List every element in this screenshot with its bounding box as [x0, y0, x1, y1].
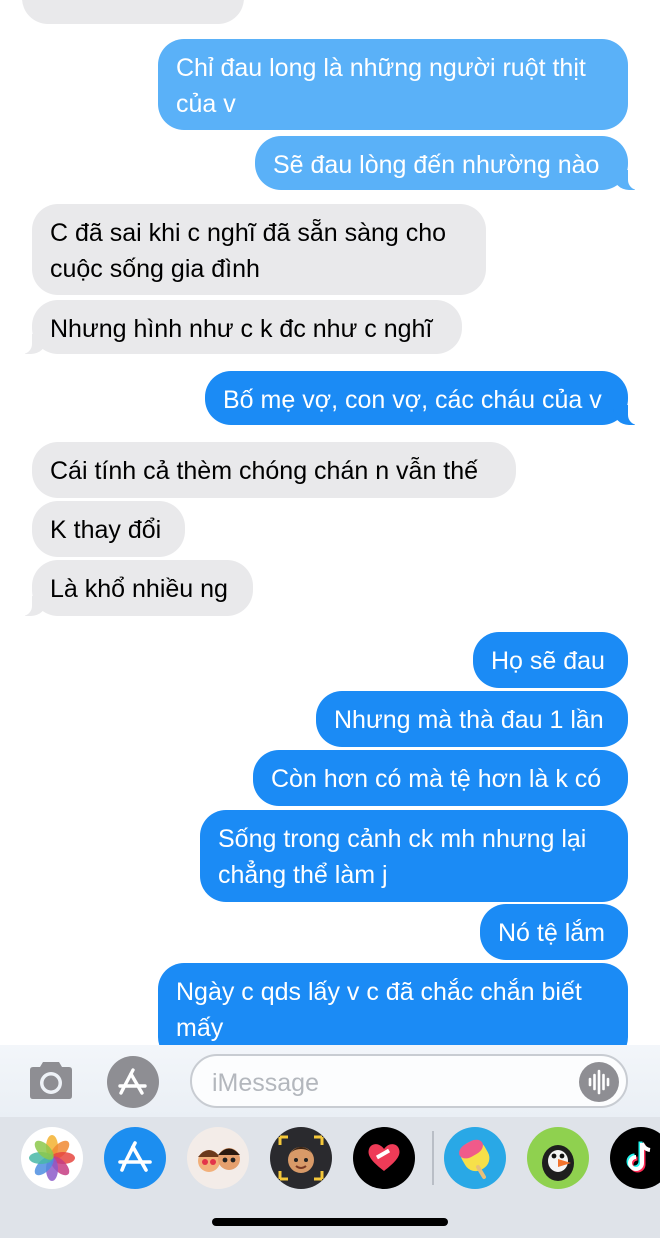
app-store-icon[interactable] [104, 1127, 166, 1189]
message-text: Còn hơn có mà tệ hơn là k có [271, 765, 602, 793]
message-text: Cái tính cả thèm chóng chán n vẫn thế [50, 457, 479, 485]
message-text: Bố mẹ vợ, con vợ, các cháu của v [223, 386, 602, 414]
message-bubble-partial[interactable] [22, 0, 244, 24]
message-text: K thay đổi [50, 516, 162, 544]
message-text: Nhưng mà thà đau 1 lần [334, 706, 604, 734]
message-bubble-outgoing[interactable]: Còn hơn có mà tệ hơn là k có [253, 750, 628, 806]
waveform-icon[interactable] [579, 1062, 619, 1102]
compose-bar: iMessage [0, 1045, 660, 1117]
app-store-icon[interactable] [107, 1056, 159, 1108]
message-input-placeholder: iMessage [212, 1069, 319, 1097]
memoji-stickers-icon[interactable] [187, 1127, 249, 1189]
photos-icon[interactable] [21, 1127, 83, 1189]
message-thread[interactable]: Chỉ đau long là những người ruột thịt của… [0, 0, 660, 1045]
message-bubble-incoming[interactable]: Cái tính cả thèm chóng chán n vẫn thế [32, 442, 516, 498]
message-bubble-outgoing[interactable]: Bố mẹ vợ, con vợ, các cháu của v [205, 371, 640, 425]
message-text: Nó tệ lắm [498, 919, 605, 947]
message-bubble-incoming[interactable]: C đã sai khi c nghĩ đã sẵn sàng cho cuộc … [32, 204, 486, 295]
ice-cream-stickers-icon[interactable] [444, 1127, 506, 1189]
message-bubble-outgoing[interactable]: Sẽ đau lòng đến nhường nào [255, 136, 640, 190]
message-text: Nhưng hình như c k đc như c nghĩ [50, 315, 433, 343]
tiktok-icon[interactable] [610, 1127, 660, 1189]
message-bubble-outgoing[interactable]: Nhưng mà thà đau 1 lần [316, 691, 628, 747]
puffin-stickers-icon[interactable] [527, 1127, 589, 1189]
message-bubble-outgoing[interactable]: Nó tệ lắm [480, 904, 628, 960]
home-indicator [212, 1218, 448, 1226]
app-drawer [0, 1117, 660, 1238]
digital-touch-icon[interactable] [353, 1127, 415, 1189]
message-text: Là khổ nhiều ng [50, 575, 228, 603]
message-bubble-outgoing[interactable]: Chỉ đau long là những người ruột thịt của… [158, 39, 628, 130]
message-input[interactable]: iMessage [190, 1054, 628, 1108]
message-bubble-outgoing[interactable]: Họ sẽ đau [473, 632, 628, 688]
message-text: Sẽ đau lòng đến nhường nào [273, 151, 600, 179]
message-bubble-outgoing[interactable]: Ngày c qds lấy v c đã chắc chắn biết mấy [158, 963, 628, 1045]
message-text: Sống trong cảnh ck mh nhưng lại chẳng thể… [218, 825, 587, 889]
message-bubble-incoming[interactable]: Nhưng hình như c k đc như c nghĩ [20, 300, 462, 354]
message-bubble-incoming[interactable]: Là khổ nhiều ng [20, 560, 253, 616]
camera-icon[interactable] [26, 1060, 76, 1102]
message-text: C đã sai khi c nghĩ đã sẵn sàng cho cuộc … [50, 219, 447, 283]
message-bubble-outgoing[interactable]: Sống trong cảnh ck mh nhưng lại chẳng thể… [200, 810, 628, 902]
message-bubble-incoming[interactable]: K thay đổi [32, 501, 185, 557]
message-text: Chỉ đau long là những người ruột thịt của… [176, 54, 586, 118]
message-text: Họ sẽ đau [491, 647, 605, 675]
memoji-icon[interactable] [270, 1127, 332, 1189]
message-text: Ngày c qds lấy v c đã chắc chắn biết mấy [176, 978, 582, 1042]
drawer-divider [432, 1131, 434, 1185]
